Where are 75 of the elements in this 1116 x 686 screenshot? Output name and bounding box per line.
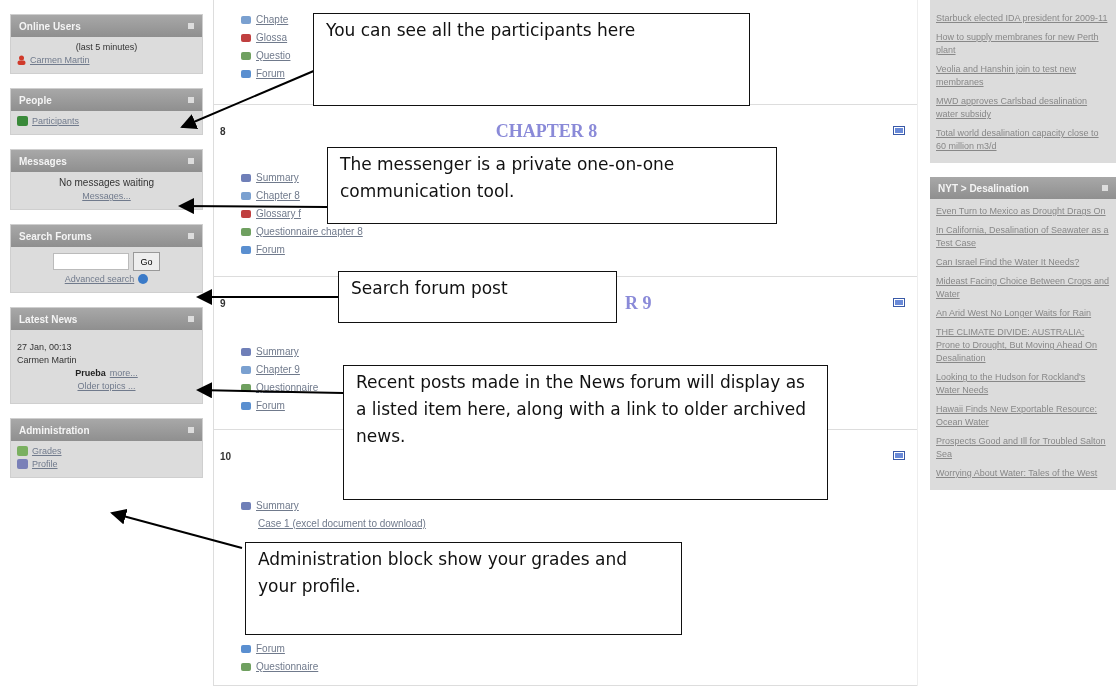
block-title: Latest News (19, 313, 78, 325)
section-number: 8 (219, 126, 226, 137)
callout-text: Administration block show your grades and your profile. (245, 542, 682, 635)
news-headline-link[interactable]: Worrying About Water: Tales of the West (936, 467, 1110, 480)
section-number: 10 (219, 451, 232, 462)
activity-link[interactable]: Questionnaire (256, 382, 319, 393)
collapse-icon[interactable] (1102, 185, 1108, 191)
time-window-label: (last 5 minutes) (75, 42, 138, 52)
activity-link[interactable]: Forum (256, 244, 285, 255)
news-headline-link[interactable]: Mideast Facing Choice Between Crops and Water (936, 275, 1110, 301)
activity-link[interactable]: Chapter 8 (256, 190, 300, 201)
callout-text: Search forum post (338, 271, 617, 323)
block-title: NYT > Desalination (938, 182, 1029, 194)
news-headline-link[interactable]: MWD approves Carlsbad desalination water subsidy (936, 95, 1110, 121)
activity-link[interactable]: Summary (256, 500, 299, 511)
user-icon (17, 55, 26, 65)
block-link[interactable]: Grades (32, 446, 62, 456)
news-headline-link[interactable]: Starbuck elected IDA president for 2009-11 (936, 12, 1110, 25)
news-headline-link[interactable]: THE CLIMATE DIVIDE: AUSTRALIA; Prone to Drought, But Moving Ahead On Desalination (936, 326, 1110, 365)
activity-link[interactable]: Chapter 9 (256, 364, 300, 375)
collapse-icon[interactable] (188, 316, 194, 322)
section-number: 9 (219, 298, 226, 309)
user-link[interactable]: Carmen Martin (30, 55, 90, 65)
news-author: Carmen Martin (17, 355, 77, 365)
news-headline-link[interactable]: Prospects Good and Ill for Troubled Salton Sea (936, 435, 1110, 461)
window-icon[interactable] (893, 298, 905, 307)
activity-link[interactable]: Questionnaire chapter 8 (256, 226, 363, 237)
news-headline-link[interactable]: In California, Desalination of Seawater as a Test Case (936, 224, 1110, 250)
news-headline-link[interactable]: How to supply membranes for new Perth plant (936, 31, 1110, 57)
collapse-icon[interactable] (188, 233, 194, 239)
news-headline-link[interactable]: An Arid West No Longer Waits for Rain (936, 307, 1110, 320)
activity-link[interactable]: Chapte (256, 14, 289, 25)
activity-link[interactable]: Forum (256, 643, 285, 654)
activity-link[interactable]: Summary (256, 346, 299, 357)
messages-status: No messages waiting (58, 177, 154, 188)
collapse-icon[interactable] (188, 97, 194, 103)
activity-link[interactable]: Forum (256, 68, 285, 79)
news-headline-link[interactable]: Hawaii Finds New Exportable Resource: Ocean Water (936, 403, 1110, 429)
callout-text: You can see all the participants here (313, 13, 750, 106)
activity-link[interactable]: Questionnaire (256, 661, 319, 672)
news-headline-link[interactable]: Even Turn to Mexico as Drought Drags On (936, 205, 1110, 218)
news-date: 27 Jan, 00:13 (17, 342, 72, 352)
collapse-icon[interactable] (188, 427, 194, 433)
block-title: People (19, 94, 52, 106)
advanced-search-link[interactable]: Advanced search (64, 274, 135, 284)
activity-link[interactable]: Forum (256, 400, 285, 411)
activity-link[interactable]: Summary (256, 172, 299, 183)
block-title: Search Forums (19, 230, 92, 242)
window-icon[interactable] (893, 126, 905, 135)
collapse-icon[interactable] (188, 158, 194, 164)
activity-link[interactable]: Glossa (256, 32, 288, 43)
block-link[interactable]: Participants (32, 116, 80, 126)
news-post-title: Prueba (75, 368, 106, 378)
messages-link[interactable]: Messages... (82, 191, 131, 201)
window-icon[interactable] (893, 451, 905, 460)
older-topics-link[interactable]: Older topics ... (77, 381, 136, 391)
collapse-icon[interactable] (188, 23, 194, 29)
callout-text: The messenger is a private one-on-one communication tool. (327, 147, 777, 224)
more-link[interactable]: more... (109, 368, 138, 378)
activity-link[interactable]: Case 1 (excel document to download) (258, 518, 426, 529)
news-headline-link[interactable]: Total world desalination capacity close to 60 million m3/d (936, 127, 1110, 153)
block-link[interactable]: Profile (32, 459, 58, 469)
chapter-heading: R 9 (625, 293, 652, 314)
activity-link[interactable]: Glossary f (256, 208, 301, 219)
callout-text: Recent posts made in the News forum will display as a listed item here, along with a link to older archived news. (343, 365, 828, 500)
news-headline-link[interactable]: Veolia and Hanshin join to test new membranes (936, 63, 1110, 89)
block-title: Messages (19, 155, 67, 167)
news-headline-link[interactable]: Can Israel Find the Water It Needs? (936, 256, 1110, 269)
activity-link[interactable]: Questio (256, 50, 291, 61)
search-field[interactable] (53, 253, 130, 270)
block-title: Administration (19, 424, 90, 436)
go-button[interactable]: Go (133, 252, 160, 271)
news-headline-link[interactable]: Looking to the Hudson for Rockland's Water Needs (936, 371, 1110, 397)
chapter-heading: CHAPTER 8 (495, 121, 598, 142)
block-title: Online Users (19, 20, 81, 32)
